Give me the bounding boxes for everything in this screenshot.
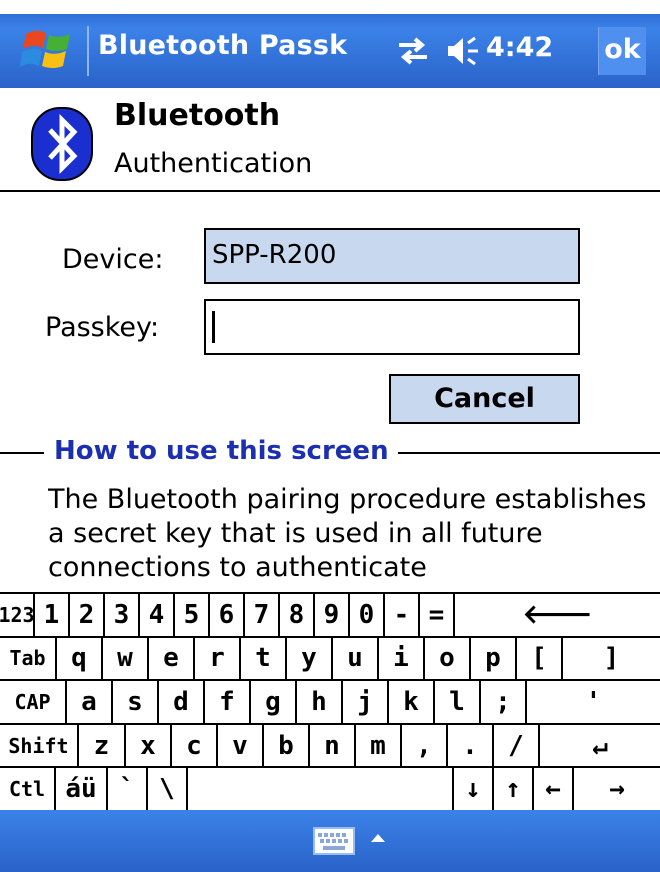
- howto-title[interactable]: How to use this screen: [50, 436, 393, 466]
- page-subtitle: Authentication: [114, 148, 313, 179]
- keyboard-row: Tab q w e r t y u i o p[]: [0, 637, 660, 682]
- key[interactable]: 0: [350, 594, 385, 636]
- key[interactable]: n: [310, 724, 356, 767]
- key[interactable]: ': [527, 681, 660, 723]
- key[interactable]: =: [420, 594, 455, 636]
- howto-divider-right: [398, 452, 660, 454]
- key[interactable]: p: [471, 637, 517, 680]
- key[interactable]: e: [149, 637, 195, 680]
- bottom-bar: [0, 810, 660, 872]
- key[interactable]: 4: [140, 594, 175, 636]
- keyboard-row: Ctl áü ` \ ↓ ↑ ← →: [0, 768, 660, 812]
- key[interactable]: .: [448, 724, 494, 767]
- key[interactable]: o: [425, 637, 471, 680]
- key[interactable]: s: [113, 681, 159, 723]
- key[interactable]: `: [108, 768, 148, 810]
- howto-divider-left: [0, 452, 44, 454]
- passkey-label: Passkey:: [45, 312, 160, 343]
- key[interactable]: b: [264, 724, 310, 767]
- key[interactable]: t: [241, 637, 287, 680]
- windows-start-icon[interactable]: [20, 28, 74, 74]
- key[interactable]: j: [343, 681, 389, 723]
- key[interactable]: w: [103, 637, 149, 680]
- key[interactable]: 2: [70, 594, 105, 636]
- app-title: Bluetooth Passk: [98, 30, 348, 61]
- key[interactable]: ;: [481, 681, 527, 723]
- device-field: SPP-R200: [204, 228, 580, 284]
- cancel-button[interactable]: Cancel: [389, 374, 580, 424]
- key[interactable]: a: [67, 681, 113, 723]
- key-space[interactable]: [188, 768, 454, 810]
- key[interactable]: r: [195, 637, 241, 680]
- keyboard-row: Shift z x c v b n m,. / ↵: [0, 724, 660, 769]
- input-menu-arrow-icon[interactable]: [371, 834, 385, 842]
- key[interactable]: 123: [0, 594, 35, 636]
- key[interactable]: z: [79, 724, 126, 767]
- key[interactable]: CAP: [0, 681, 67, 723]
- key[interactable]: 9: [315, 594, 350, 636]
- volume-icon[interactable]: [446, 34, 482, 68]
- key[interactable]: 3: [105, 594, 140, 636]
- keyboard-icon[interactable]: [313, 827, 355, 855]
- key[interactable]: \: [148, 768, 188, 810]
- howto-text: The Bluetooth pairing procedure establis…: [48, 484, 647, 583]
- key[interactable]: ↑: [494, 768, 534, 810]
- key[interactable]: 8: [280, 594, 315, 636]
- title-bar: Bluetooth Passk 4:42 ok: [0, 0, 660, 88]
- key[interactable]: 6: [210, 594, 245, 636]
- title-separator: [87, 26, 89, 76]
- key[interactable]: d: [159, 681, 205, 723]
- key[interactable]: 5: [175, 594, 210, 636]
- keyboard-row: CAP a s d f g h j k l; ': [0, 681, 660, 725]
- key[interactable]: ]: [563, 638, 660, 680]
- key[interactable]: /: [494, 724, 540, 767]
- key[interactable]: k: [389, 681, 435, 723]
- key[interactable]: ←: [534, 768, 574, 810]
- key[interactable]: ↵: [540, 725, 660, 767]
- text-caret: [212, 311, 215, 343]
- key[interactable]: áü: [56, 768, 108, 810]
- key[interactable]: c: [172, 724, 218, 767]
- key[interactable]: 1: [35, 594, 70, 636]
- keyboard-row: 123 1 2 3 4 5 6 7 8 9 0- = 🡐: [0, 594, 660, 638]
- key[interactable]: m: [356, 724, 402, 767]
- bluetooth-icon: [31, 107, 93, 181]
- key[interactable]: q: [57, 637, 103, 680]
- key[interactable]: ↓: [454, 768, 494, 810]
- clock[interactable]: 4:42: [486, 32, 553, 63]
- key[interactable]: →: [574, 768, 660, 810]
- key[interactable]: v: [218, 724, 264, 767]
- connectivity-icon[interactable]: [395, 34, 431, 68]
- key[interactable]: 7: [245, 594, 280, 636]
- key[interactable]: ,: [402, 724, 448, 767]
- passkey-input[interactable]: [204, 299, 580, 355]
- key[interactable]: [: [517, 637, 563, 680]
- ok-button[interactable]: ok: [598, 27, 646, 75]
- key[interactable]: 🡐: [455, 594, 660, 636]
- key[interactable]: l: [435, 681, 481, 723]
- key[interactable]: h: [297, 681, 343, 723]
- device-label: Device:: [62, 244, 164, 275]
- key[interactable]: Tab: [0, 637, 57, 680]
- key[interactable]: i: [379, 637, 425, 680]
- key[interactable]: f: [205, 681, 251, 723]
- key[interactable]: y: [287, 637, 333, 680]
- page-title: Bluetooth: [114, 98, 281, 133]
- soft-keyboard: 123 1 2 3 4 5 6 7 8 9 0- = 🡐 Tab q w e r t y u i o p[] CAP a s d f g h…: [0, 592, 660, 812]
- key[interactable]: g: [251, 681, 297, 723]
- key[interactable]: x: [126, 724, 172, 767]
- key[interactable]: u: [333, 637, 379, 680]
- key[interactable]: -: [385, 594, 420, 636]
- key[interactable]: Ctl: [0, 768, 56, 810]
- page-header: Bluetooth Authentication: [0, 88, 660, 192]
- key[interactable]: Shift: [0, 724, 79, 767]
